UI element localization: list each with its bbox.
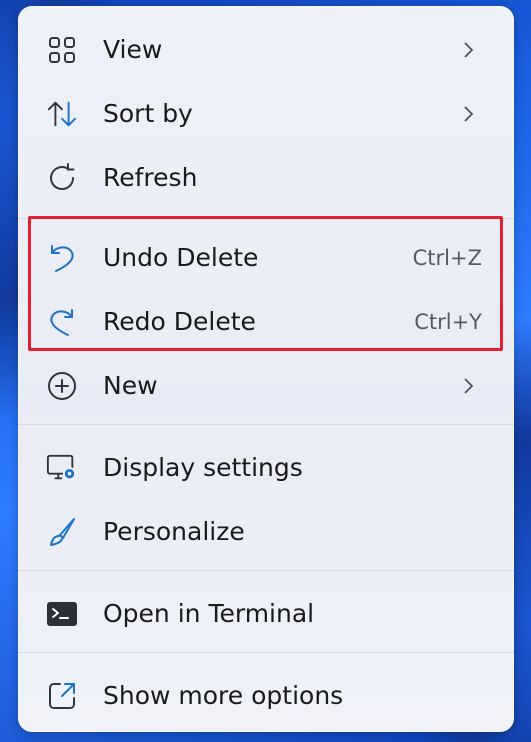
chevron-right-icon [458, 40, 478, 60]
menu-item-label: Open in Terminal [103, 599, 315, 628]
display-settings-icon [46, 452, 78, 484]
menu-item-label: Undo Delete [103, 243, 259, 272]
shortcut-text: Ctrl+Z [412, 246, 482, 270]
menu-item-label: Show more options [103, 681, 344, 710]
menu-item-label: Redo Delete [103, 307, 256, 336]
shortcut-text: Ctrl+Y [414, 310, 482, 334]
menu-item-redo-delete[interactable]: Redo Delete Ctrl+Y [26, 292, 506, 352]
terminal-icon [46, 598, 78, 630]
menu-item-sort-by[interactable]: Sort by [26, 84, 506, 144]
share-out-icon [46, 680, 78, 712]
menu-separator [18, 218, 514, 219]
menu-item-label: Sort by [103, 99, 193, 128]
menu-item-undo-delete[interactable]: Undo Delete Ctrl+Z [26, 228, 506, 288]
menu-item-label: New [103, 371, 158, 400]
menu-item-open-in-terminal[interactable]: Open in Terminal [26, 584, 506, 644]
undo-icon [46, 242, 78, 274]
redo-icon [46, 306, 78, 338]
menu-item-label: Display settings [103, 453, 303, 482]
menu-item-label: Refresh [103, 163, 198, 192]
chevron-right-icon [458, 104, 478, 124]
menu-item-personalize[interactable]: Personalize [26, 502, 506, 562]
menu-item-display-settings[interactable]: Display settings [26, 438, 506, 498]
sort-arrows-icon [46, 98, 78, 130]
chevron-right-icon [458, 376, 478, 396]
menu-separator [18, 424, 514, 425]
menu-item-label: View [103, 35, 163, 64]
menu-item-label: Personalize [103, 517, 245, 546]
menu-item-refresh[interactable]: Refresh [26, 148, 506, 208]
refresh-icon [46, 162, 78, 194]
menu-item-view[interactable]: View [26, 20, 506, 80]
brush-icon [46, 516, 78, 548]
grid-icon [46, 34, 78, 66]
menu-item-show-more-options[interactable]: Show more options [26, 666, 506, 726]
menu-separator [18, 652, 514, 653]
plus-circle-icon [46, 370, 78, 402]
menu-item-new[interactable]: New [26, 356, 506, 416]
menu-separator [18, 570, 514, 571]
context-menu: View Sort by Refresh Undo Delete Ctrl+Z … [18, 6, 514, 732]
